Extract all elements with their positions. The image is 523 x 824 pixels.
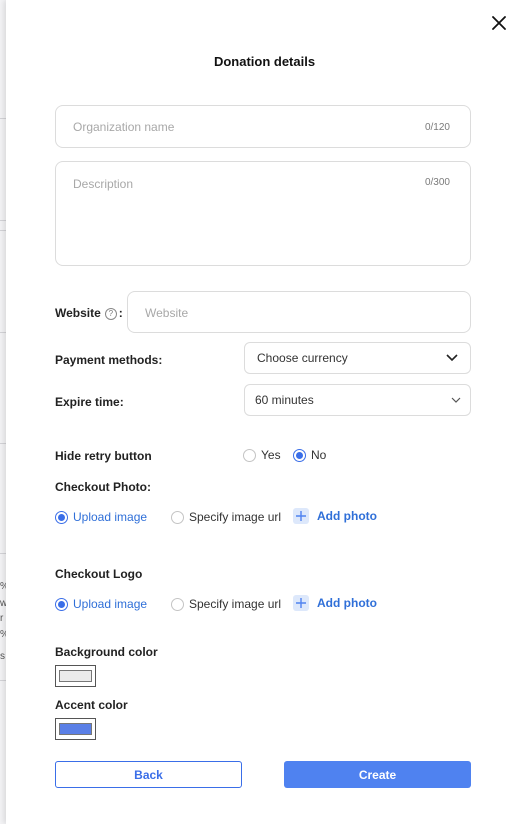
- website-label: Website?:: [55, 306, 123, 320]
- payment-methods-select[interactable]: Choose currency: [244, 342, 471, 374]
- background-color-swatch[interactable]: [55, 665, 96, 687]
- radio-no-label: No: [311, 448, 327, 462]
- radio-yes[interactable]: [243, 448, 256, 462]
- hide-retry-no-option[interactable]: No: [293, 448, 326, 462]
- upload-image-label: Upload image: [73, 510, 148, 524]
- organization-name-input[interactable]: Organization name 0/120: [55, 105, 471, 148]
- checkout-logo-label: Checkout Logo: [55, 567, 143, 581]
- close-button[interactable]: [488, 12, 510, 34]
- website-label-colon: :: [118, 306, 123, 320]
- website-input[interactable]: Website: [127, 291, 471, 333]
- background-color-fill: [59, 670, 92, 682]
- checkout-logo-upload-option[interactable]: Upload image: [55, 597, 147, 611]
- plus-icon: [293, 595, 309, 611]
- create-button[interactable]: Create: [284, 761, 471, 788]
- checkout-logo-add-button[interactable]: Add photo: [293, 595, 377, 611]
- organization-name-counter: 0/120: [424, 122, 450, 133]
- description-placeholder: Description: [73, 177, 134, 191]
- backdrop-text: s: [0, 651, 5, 662]
- specify-url-label: Specify image url: [189, 597, 282, 611]
- checkout-photo-upload-option[interactable]: Upload image: [55, 510, 147, 524]
- radio-specify-url[interactable]: [171, 510, 184, 524]
- specify-url-label: Specify image url: [189, 510, 282, 524]
- background-color-label: Background color: [55, 645, 158, 659]
- accent-color-fill: [59, 723, 92, 735]
- radio-upload-image[interactable]: [55, 510, 68, 524]
- plus-icon: [293, 508, 309, 524]
- expire-time-select[interactable]: 60 minutes: [244, 384, 471, 416]
- hide-retry-label: Hide retry button: [55, 449, 152, 463]
- checkout-photo-add-button[interactable]: Add photo: [293, 508, 377, 524]
- help-icon[interactable]: ?: [104, 307, 117, 320]
- expire-time-label: Expire time:: [55, 395, 124, 409]
- backdrop-text: r: [0, 613, 4, 624]
- organization-name-placeholder: Organization name: [73, 120, 175, 134]
- description-counter: 0/300: [424, 177, 450, 188]
- expire-time-value: 60 minutes: [255, 393, 314, 407]
- payment-methods-value: Choose currency: [257, 351, 348, 365]
- radio-no[interactable]: [293, 448, 306, 462]
- chevron-down-icon: [446, 352, 458, 364]
- back-button[interactable]: Back: [55, 761, 242, 788]
- website-label-text: Website: [55, 306, 101, 320]
- accent-color-label: Accent color: [55, 698, 128, 712]
- chevron-down-icon: [450, 394, 462, 406]
- close-icon: [492, 16, 506, 30]
- checkout-photo-label: Checkout Photo:: [55, 480, 151, 494]
- dialog-title: Donation details: [213, 54, 316, 69]
- accent-color-swatch[interactable]: [55, 718, 96, 740]
- radio-upload-image[interactable]: [55, 597, 68, 611]
- hide-retry-yes-option[interactable]: Yes: [243, 448, 281, 462]
- radio-specify-url[interactable]: [171, 597, 184, 611]
- radio-yes-label: Yes: [261, 448, 281, 462]
- payment-methods-label: Payment methods:: [55, 353, 163, 367]
- upload-image-label: Upload image: [73, 597, 148, 611]
- checkout-photo-url-option[interactable]: Specify image url: [171, 510, 281, 524]
- website-placeholder: Website: [145, 306, 189, 320]
- add-photo-label: Add photo: [317, 596, 377, 610]
- add-photo-label: Add photo: [317, 509, 377, 523]
- description-textarea[interactable]: Description 0/300: [55, 161, 471, 266]
- checkout-logo-url-option[interactable]: Specify image url: [171, 597, 281, 611]
- donation-details-dialog: Donation details Organization name 0/120…: [6, 0, 523, 824]
